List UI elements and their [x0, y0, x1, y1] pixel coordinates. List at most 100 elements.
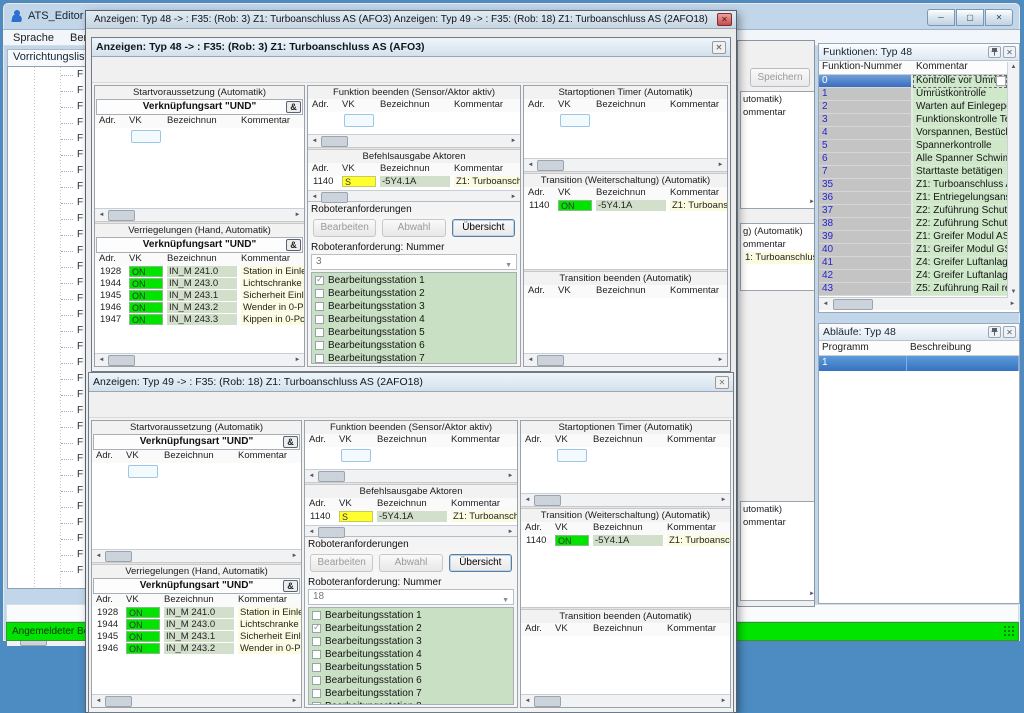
pin-icon[interactable]	[988, 46, 1001, 58]
checkbox-icon[interactable]	[312, 624, 321, 633]
funktionen-hscrollbar[interactable]: ◄ ►	[819, 297, 1019, 310]
close-icon[interactable]: ✕	[1003, 46, 1016, 58]
tree-item[interactable]: F	[8, 291, 87, 307]
scroll-right-icon[interactable]: ►	[715, 355, 726, 366]
tree-item[interactable]: F	[8, 211, 87, 227]
tree-item[interactable]: F	[8, 499, 87, 515]
tree-item[interactable]: F	[8, 179, 87, 195]
scroll-right-icon[interactable]: ►	[1007, 299, 1018, 310]
scroll-right-icon[interactable]: ►	[715, 160, 726, 171]
pin-icon[interactable]	[988, 326, 1001, 338]
hscrollbar[interactable]: ◄►	[92, 549, 301, 562]
scroll-right-icon[interactable]: ►	[289, 551, 300, 562]
funktionen-row[interactable]: 43Z5: Zuführung Rail rech	[819, 283, 1019, 296]
vorrichtungs-tree[interactable]: FFFFFFFFFFFFFFFFFFFFFFFFFFFFFFFF	[7, 66, 88, 589]
scroll-thumb[interactable]	[321, 192, 348, 203]
aktoren-table[interactable]: 1140S-5Y4.1AZ1: Turboanschluss AS	[308, 176, 520, 190]
checkbox-icon[interactable]	[312, 689, 321, 698]
scroll-left-icon[interactable]: ◄	[306, 527, 317, 538]
table-row[interactable]: 1947ONIN_M 243.3Kippen in 0-Position	[95, 314, 304, 326]
scroll-left-icon[interactable]: ◄	[522, 495, 533, 506]
table-row[interactable]: 1944ONIN_M 243.0Lichtschranke Einleger	[95, 278, 304, 290]
checkbox-icon[interactable]	[315, 354, 324, 363]
transition-table[interactable]: 1140ON-5Y4.1AZ1: Turboanschluss AS	[521, 535, 730, 549]
scroll-left-icon[interactable]: ◄	[525, 355, 536, 366]
table-row[interactable]: 1928ONIN_M 241.0Station in Einlegepositi…	[92, 607, 301, 619]
speichern-button[interactable]: Speichern	[750, 68, 810, 87]
funktionen-row[interactable]: 40Z1: Greifer Modul GS (A	[819, 244, 1019, 257]
roboteranforderung-nummer-dropdown[interactable]: 3▼	[311, 254, 517, 270]
scroll-thumb[interactable]	[108, 355, 135, 366]
table-row[interactable]: 1946ONIN_M 243.2Wender in 0-Position	[95, 302, 304, 314]
station-checkbox-item[interactable]: Bearbeitungsstation 4	[309, 648, 513, 661]
table-row[interactable]: 1946ONIN_M 243.2Wender in 0-Position	[92, 643, 301, 655]
empty-focus-cell[interactable]	[344, 114, 374, 127]
edit-box[interactable]	[996, 76, 1006, 86]
und-operator-button[interactable]: &	[286, 239, 301, 251]
tree-item[interactable]: F	[8, 83, 87, 99]
table-row[interactable]: 1140S-5Y4.1AZ1: Turboanschluss AS	[305, 511, 517, 523]
funktionen-row[interactable]: 3Funktionskontrolle Teilek	[819, 114, 1019, 127]
scroll-thumb[interactable]	[105, 696, 132, 707]
ablaeufe-row-selected[interactable]: 1	[819, 356, 1019, 371]
tree-item[interactable]: F	[8, 435, 87, 451]
funktionen-row[interactable]: 7Starttaste betätigen	[819, 166, 1019, 179]
scroll-right-icon[interactable]: ►	[809, 199, 815, 205]
bearbeiten-button[interactable]: Bearbeiten	[313, 219, 376, 237]
close-icon[interactable]: ✕	[1003, 326, 1016, 338]
tree-item[interactable]: F	[8, 339, 87, 355]
roboteranforderung-nummer-dropdown[interactable]: 18▼	[308, 589, 514, 605]
checkbox-icon[interactable]	[315, 315, 324, 324]
checkbox-icon[interactable]	[315, 341, 324, 350]
funktionen-row[interactable]: 5Spannerkontrolle	[819, 140, 1019, 153]
funktionen-row[interactable]: 36Z1: Entriegelungsanschl	[819, 192, 1019, 205]
tree-item[interactable]: F	[8, 371, 87, 387]
scroll-up-icon[interactable]: ▲	[1008, 62, 1019, 73]
scroll-right-icon[interactable]: ►	[505, 471, 516, 482]
scroll-right-icon[interactable]: ►	[809, 591, 815, 597]
scroll-thumb[interactable]	[318, 527, 345, 538]
scroll-right-icon[interactable]: ►	[289, 696, 300, 707]
scroll-left-icon[interactable]: ◄	[525, 160, 536, 171]
scroll-right-icon[interactable]: ►	[508, 192, 519, 203]
scroll-thumb[interactable]	[321, 136, 348, 147]
station-checkbox-item[interactable]: Bearbeitungsstation 3	[309, 635, 513, 648]
tree-item[interactable]: F	[8, 419, 87, 435]
funktionen-row[interactable]: 0Kontrolle vor Umrüsten(	[819, 75, 1019, 88]
table-row[interactable]: 1944ONIN_M 243.0Lichtschranke Einleger	[92, 619, 301, 631]
station-checkbox-item[interactable]: Bearbeitungsstation 7	[312, 352, 516, 364]
empty-focus-cell[interactable]	[128, 465, 158, 478]
funktionen-row[interactable]: 4Vorspannen, Bestücken	[819, 127, 1019, 140]
tree-item[interactable]: F	[8, 547, 87, 563]
funktionen-vscrollbar[interactable]: ▲ ▼	[1007, 62, 1019, 298]
aktoren-table[interactable]: 1140S-5Y4.1AZ1: Turboanschluss AS	[305, 511, 517, 525]
station-checkbox-item[interactable]: Bearbeitungsstation 1	[309, 609, 513, 622]
hscrollbar[interactable]: ◄►	[524, 353, 727, 366]
checkbox-icon[interactable]	[315, 289, 324, 298]
maximize-button[interactable]: ▢	[956, 9, 984, 26]
tree-item[interactable]: F	[8, 243, 87, 259]
hscrollbar[interactable]: ◄►	[521, 694, 730, 707]
station-checkbox-item[interactable]: Bearbeitungsstation 5	[312, 326, 516, 339]
station-checkbox-item[interactable]: Bearbeitungsstation 7	[309, 687, 513, 700]
station-checkbox-item[interactable]: Bearbeitungsstation 5	[309, 661, 513, 674]
funktionen-row[interactable]: 35Z1: Turboanschluss AS (	[819, 179, 1019, 192]
scroll-right-icon[interactable]: ►	[505, 527, 516, 538]
checkbox-icon[interactable]	[312, 702, 321, 705]
abwahl-button[interactable]: Abwahl	[379, 554, 442, 572]
close-button[interactable]: ✕	[717, 13, 732, 26]
scroll-thumb[interactable]	[105, 551, 132, 562]
hscrollbar[interactable]: ◄►	[92, 694, 301, 707]
uebersicht-button[interactable]: Übersicht	[452, 219, 515, 237]
scroll-right-icon[interactable]: ►	[292, 355, 303, 366]
tree-item[interactable]: F	[8, 275, 87, 291]
uebersicht-button[interactable]: Übersicht	[449, 554, 512, 572]
tree-item[interactable]: F	[8, 195, 87, 211]
checkbox-icon[interactable]	[312, 676, 321, 685]
scroll-left-icon[interactable]: ◄	[309, 192, 320, 203]
tree-item[interactable]: F	[8, 531, 87, 547]
hscrollbar[interactable]: ◄►	[95, 353, 304, 366]
empty-focus-cell[interactable]	[341, 449, 371, 462]
funktionen-row[interactable]: 2Warten auf Einlegeposit	[819, 101, 1019, 114]
tree-item[interactable]: F	[8, 99, 87, 115]
